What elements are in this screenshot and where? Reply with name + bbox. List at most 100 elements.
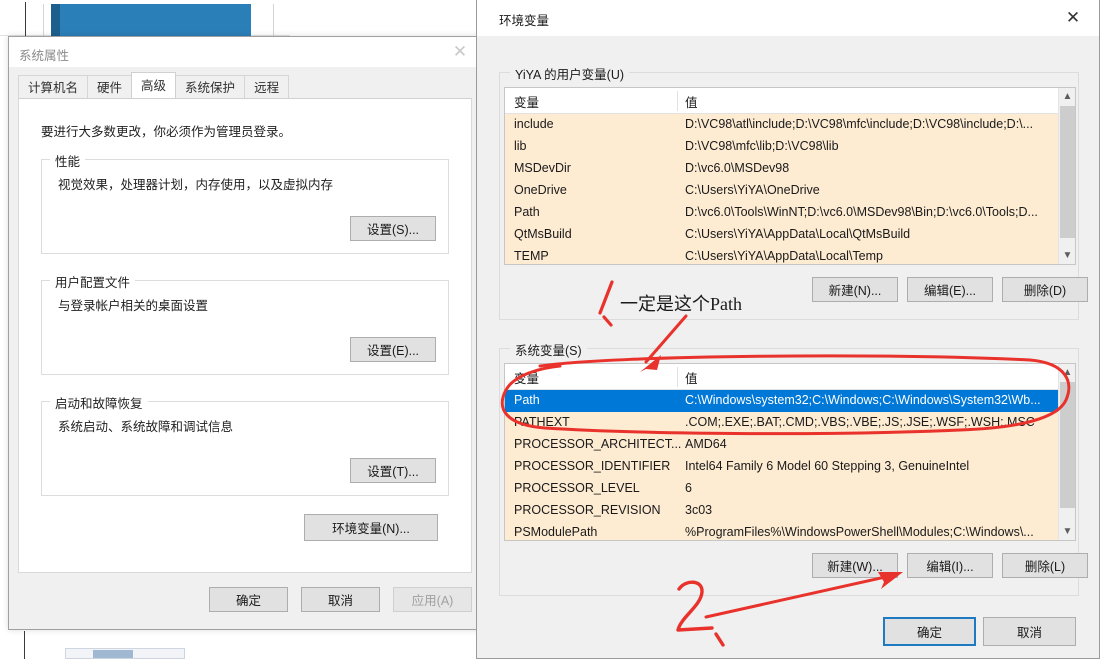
user-variables-table[interactable]: 变量 值 include D:\VC98\atl\include;D:\VC98… — [504, 87, 1076, 265]
variable-name: PROCESSOR_LEVEL — [514, 481, 640, 495]
system-variables-rows: Path C:\Windows\system32;C:\Windows;C:\W… — [505, 390, 1058, 540]
scrollbar-thumb[interactable] — [1060, 382, 1075, 508]
variable-name: PROCESSOR_REVISION — [514, 503, 661, 517]
system-properties-footer: 确定 取消 应用(A) — [9, 573, 481, 629]
tab-hardware[interactable]: 硬件 — [87, 75, 133, 98]
screen: 系统属性 ✕ 计算机名 硬件 高级 系统保护 远程 要进行大多数更改，你必须作为… — [0, 0, 1108, 659]
user-profiles-description: 与登录帐户相关的桌面设置 — [58, 299, 209, 313]
system-table-scrollbar[interactable]: ▲ ▼ — [1058, 364, 1075, 540]
user-edit-button[interactable]: 编辑(E)... — [907, 277, 993, 302]
startup-recovery-group-title: 启动和故障恢复 — [50, 393, 148, 412]
table-row[interactable]: Path D:\vc6.0\Tools\WinNT;D:\vc6.0\MSDev… — [505, 202, 1058, 224]
close-icon[interactable]: ✕ — [449, 43, 471, 61]
table-row[interactable]: QtMsBuild C:\Users\YiYA\AppData\Local\Qt… — [505, 224, 1058, 246]
variable-value: D:\VC98\atl\include;D:\VC98\mfc\include;… — [685, 117, 1034, 131]
table-row[interactable]: lib D:\VC98\mfc\lib;D:\VC98\lib — [505, 136, 1058, 158]
variable-name: QtMsBuild — [514, 227, 572, 241]
table-row[interactable]: Path C:\Windows\system32;C:\Windows;C:\W… — [505, 390, 1058, 412]
variable-name: Path — [514, 393, 540, 407]
variable-name: include — [514, 117, 554, 131]
performance-settings-button[interactable]: 设置(S)... — [350, 216, 436, 241]
env-ok-button[interactable]: 确定 — [883, 617, 976, 646]
background-selected-bar — [51, 4, 251, 36]
env-cancel-button[interactable]: 取消 — [983, 617, 1076, 646]
variable-value: C:\Users\YiYA\OneDrive — [685, 183, 820, 197]
variable-value: C:\Users\YiYA\AppData\Local\Temp — [685, 249, 883, 263]
system-variables-table[interactable]: 变量 值 Path C:\Windows\system32;C:\Windows… — [504, 363, 1076, 541]
background-divider — [25, 2, 26, 36]
table-row[interactable]: include D:\VC98\atl\include;D:\VC98\mfc\… — [505, 114, 1058, 136]
tab-remote[interactable]: 远程 — [244, 75, 290, 98]
system-properties-dialog: 系统属性 ✕ 计算机名 硬件 高级 系统保护 远程 要进行大多数更改，你必须作为… — [8, 36, 482, 630]
system-new-button[interactable]: 新建(W)... — [812, 553, 898, 578]
scroll-down-icon[interactable]: ▼ — [1059, 247, 1075, 264]
system-variables-group: 系统变量(S) 变量 值 Path C:\Windows\system32;C:… — [499, 340, 1088, 596]
user-table-scrollbar[interactable]: ▲ ▼ — [1058, 88, 1075, 264]
system-edit-button[interactable]: 编辑(I)... — [907, 553, 993, 578]
user-col-variable[interactable]: 变量 — [514, 92, 539, 111]
user-delete-button[interactable]: 删除(D) — [1002, 277, 1088, 302]
variable-name: PROCESSOR_IDENTIFIER — [514, 459, 671, 473]
performance-group: 性能 视觉效果，处理器计划，内存使用，以及虚拟内存 设置(S)... — [41, 151, 449, 254]
variable-value: D:\vc6.0\Tools\WinNT;D:\vc6.0\MSDev98\Bi… — [685, 205, 1038, 219]
table-row[interactable]: PSModulePath %ProgramFiles%\WindowsPower… — [505, 522, 1058, 540]
variable-value: 6 — [685, 481, 692, 495]
startup-recovery-description: 系统启动、系统故障和调试信息 — [58, 420, 234, 434]
scrollbar-thumb[interactable] — [1060, 106, 1075, 238]
variable-value: %ProgramFiles%\WindowsPowerShell\Modules… — [685, 525, 1034, 539]
variable-name: PATHEXT — [514, 415, 570, 429]
user-profiles-group: 用户配置文件 与登录帐户相关的桌面设置 设置(E)... — [41, 272, 449, 375]
table-row[interactable]: PROCESSOR_ARCHITECT... AMD64 — [505, 434, 1058, 456]
system-properties-body: 计算机名 硬件 高级 系统保护 远程 要进行大多数更改，你必须作为管理员登录。 … — [9, 67, 481, 629]
scroll-down-icon[interactable]: ▼ — [1059, 523, 1075, 540]
scroll-up-icon[interactable]: ▲ — [1059, 88, 1075, 105]
system-variables-table-header: 变量 值 — [505, 364, 1075, 390]
advanced-tab-pane: 要进行大多数更改，你必须作为管理员登录。 性能 视觉效果，处理器计划，内存使用，… — [18, 98, 472, 573]
user-variables-group-title: YiYA 的用户变量(U) — [510, 64, 630, 83]
user-variables-rows: include D:\VC98\atl\include;D:\VC98\mfc\… — [505, 114, 1058, 264]
table-row[interactable]: PROCESSOR_REVISION 3c03 — [505, 500, 1058, 522]
env-dialog-title: 环境变量 — [499, 14, 550, 28]
user-new-button[interactable]: 新建(N)... — [812, 277, 898, 302]
scroll-up-icon[interactable]: ▲ — [1059, 364, 1075, 381]
user-variables-table-header: 变量 值 — [505, 88, 1075, 114]
environment-variables-dialog: 环境变量 ✕ YiYA 的用户变量(U) 变量 值 include D:\VC9… — [476, 0, 1100, 659]
environment-variables-button[interactable]: 环境变量(N)... — [304, 514, 438, 541]
table-row[interactable]: PROCESSOR_IDENTIFIER Intel64 Family 6 Mo… — [505, 456, 1058, 478]
startup-recovery-group: 启动和故障恢复 系统启动、系统故障和调试信息 设置(T)... — [41, 393, 449, 496]
system-properties-title: 系统属性 — [19, 49, 70, 63]
variable-value: C:\Windows\system32;C:\Windows;C:\Window… — [685, 393, 1041, 407]
user-profiles-settings-button[interactable]: 设置(E)... — [350, 337, 436, 362]
variable-name: OneDrive — [514, 183, 567, 197]
user-col-value[interactable]: 值 — [685, 92, 698, 111]
table-row[interactable]: OneDrive C:\Users\YiYA\OneDrive — [505, 180, 1058, 202]
user-profiles-group-title: 用户配置文件 — [50, 272, 136, 291]
system-properties-ok-button[interactable]: 确定 — [209, 587, 288, 612]
system-properties-titlebar: 系统属性 ✕ — [9, 37, 481, 67]
system-col-variable[interactable]: 变量 — [514, 368, 539, 387]
table-row[interactable]: MSDevDir D:\vc6.0\MSDev98 — [505, 158, 1058, 180]
tab-advanced[interactable]: 高级 — [131, 72, 177, 98]
performance-description: 视觉效果，处理器计划，内存使用，以及虚拟内存 — [58, 178, 334, 192]
variable-value: C:\Users\YiYA\AppData\Local\QtMsBuild — [685, 227, 911, 241]
system-properties-cancel-button[interactable]: 取消 — [301, 587, 380, 612]
background-divider-2 — [43, 4, 44, 36]
background-selected-bar-edge — [51, 4, 60, 36]
close-icon[interactable]: ✕ — [1061, 8, 1085, 28]
system-properties-tabs: 计算机名 硬件 高级 系统保护 远程 — [18, 72, 290, 98]
variable-name: lib — [514, 139, 527, 153]
startup-recovery-settings-button[interactable]: 设置(T)... — [350, 458, 436, 483]
variable-name: PROCESSOR_ARCHITECT... — [514, 437, 682, 451]
system-variables-group-title: 系统变量(S) — [510, 340, 587, 359]
table-row[interactable]: TEMP C:\Users\YiYA\AppData\Local\Temp — [505, 246, 1058, 264]
table-row[interactable]: PROCESSOR_LEVEL 6 — [505, 478, 1058, 500]
system-delete-button[interactable]: 删除(L) — [1002, 553, 1088, 578]
variable-value: .COM;.EXE;.BAT;.CMD;.VBS;.VBE;.JS;.JSE;.… — [685, 415, 1035, 429]
table-row[interactable]: PATHEXT .COM;.EXE;.BAT;.CMD;.VBS;.VBE;.J… — [505, 412, 1058, 434]
tab-system-protection[interactable]: 系统保护 — [175, 75, 246, 98]
tab-computer-name[interactable]: 计算机名 — [18, 75, 89, 98]
column-separator — [677, 367, 678, 387]
variable-value: D:\VC98\mfc\lib;D:\VC98\lib — [685, 139, 839, 153]
variable-value: Intel64 Family 6 Model 60 Stepping 3, Ge… — [685, 459, 970, 473]
system-col-value[interactable]: 值 — [685, 368, 698, 387]
